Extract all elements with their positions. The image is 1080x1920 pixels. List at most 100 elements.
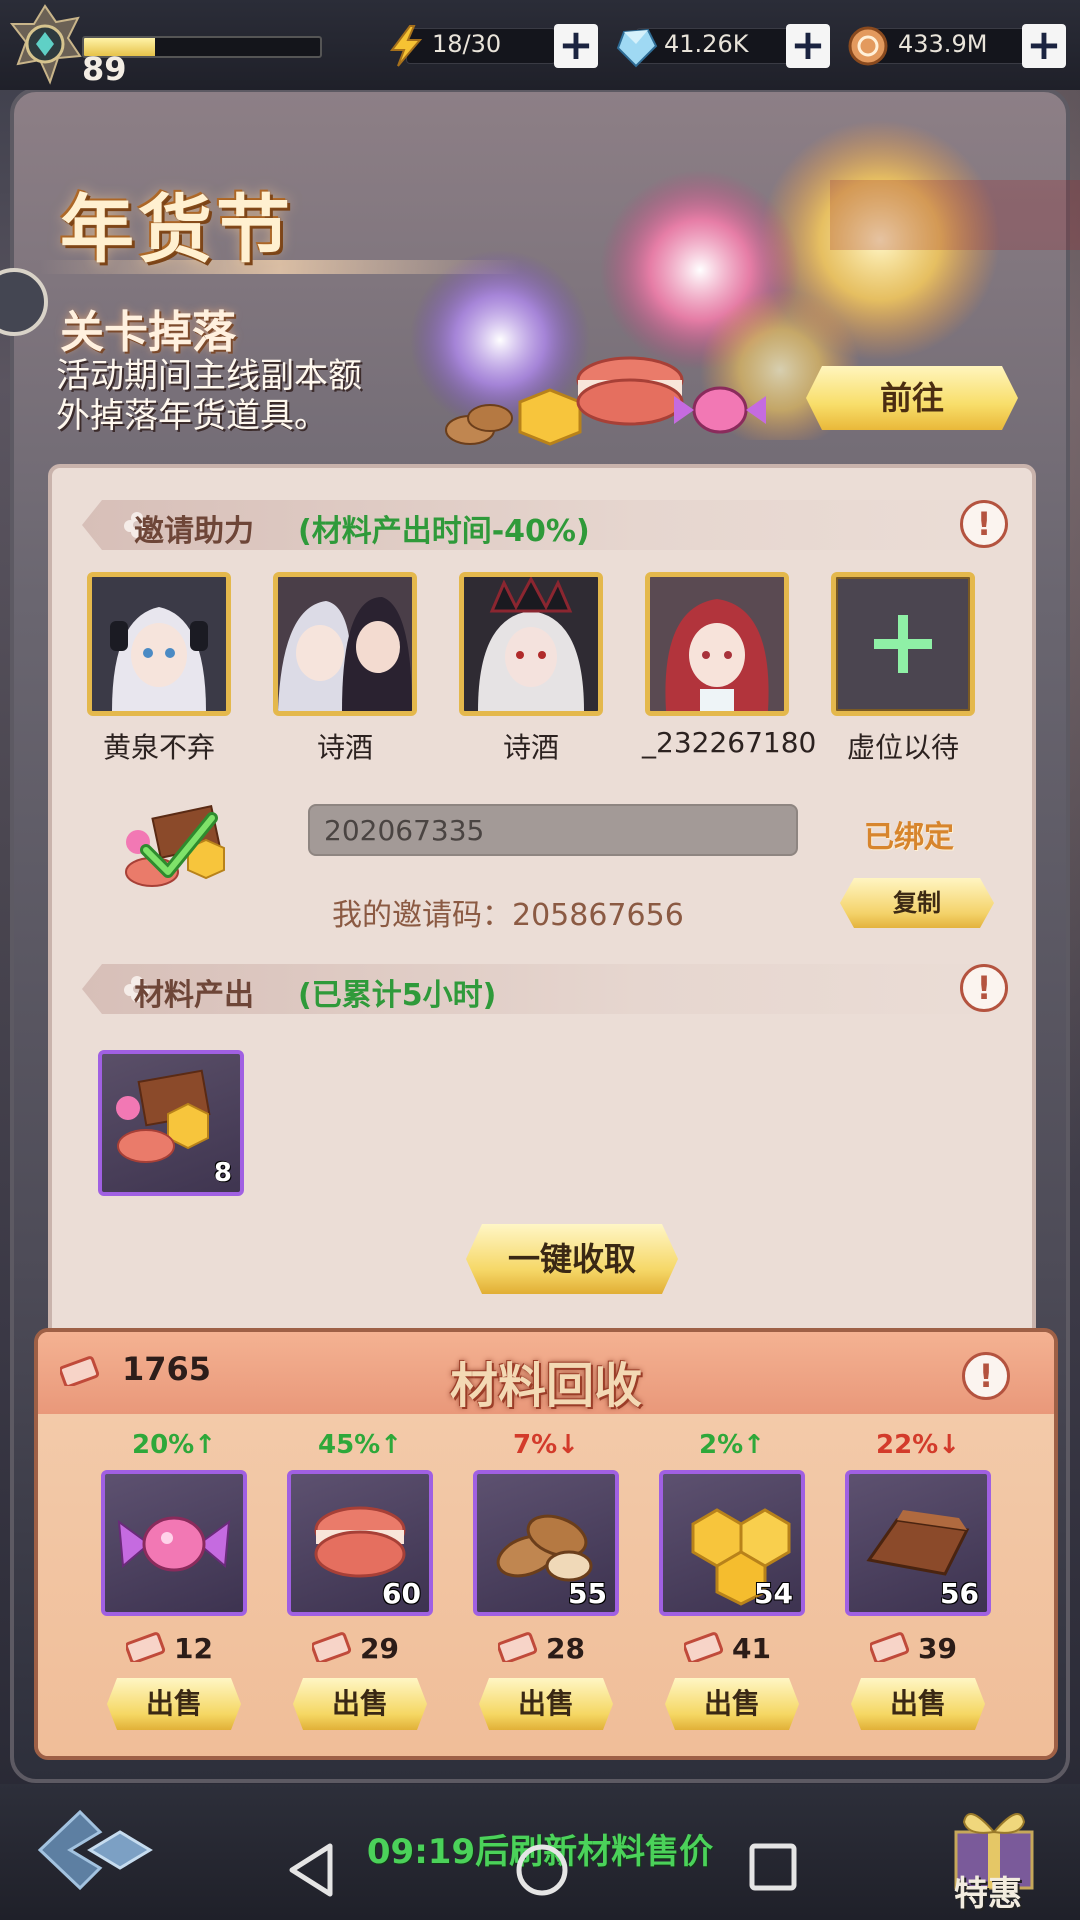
price-trend: 7%↓ [513,1430,579,1460]
my-invite-code: 我的邀请码：205867656 [332,898,684,933]
event-goods-decoration [445,356,766,446]
add-diamond-button[interactable]: + [786,24,830,68]
price-trend: 2%↑ [699,1430,765,1460]
produced-item-count: 8 [213,1158,232,1188]
ticket-icon [126,1632,166,1662]
event-banner: 年货节 关卡掉落 活动期间主线副本额外掉落年货道具。 前往 [0,100,1080,450]
recycle-panel: 1765 材料回收 ! 20%↑ 12 出售 45%↑ 60 29 出售 7%↓… [34,1328,1058,1760]
price-row: 41 [656,1628,808,1668]
helper-avatar [459,572,603,716]
top-bar: 89 18/30 + 41.26K + 433.9M + [0,0,1080,90]
add-energy-button[interactable]: + [554,24,598,68]
recycle-item: 2%↑ 54 41 出售 [656,1430,808,1730]
price-trend: 20%↑ [131,1430,217,1460]
home-nav-icon[interactable] [514,1842,570,1898]
special-offer-label[interactable]: 特惠 [954,1866,1022,1915]
goods-count: 55 [568,1577,607,1610]
gift-bundle-icon [125,805,225,887]
sell-button[interactable]: 出售 [293,1678,427,1730]
helper-slot[interactable]: 黄泉不弃 [84,572,234,766]
helper-slot[interactable]: 诗酒 [270,572,420,766]
helper-name: 黄泉不弃 [102,731,215,764]
helper-avatar [87,572,231,716]
goods-count: 56 [940,1577,979,1610]
recycle-item: 7%↓ 55 28 出售 [470,1430,622,1730]
event-description: 活动期间主线副本额外掉落年货道具。 [56,356,362,436]
price-value: 12 [174,1632,213,1665]
recycle-item: 22%↓ 56 39 出售 [842,1430,994,1730]
helper-avatar [273,572,417,716]
lightning-icon [390,25,423,67]
invite-info-button[interactable]: ! [960,500,1008,548]
goods-slot[interactable]: 54 [659,1470,805,1616]
goods-slot[interactable]: 60 [287,1470,433,1616]
sell-button[interactable]: 出售 [479,1678,613,1730]
energy-resource: 18/30 + [384,24,598,68]
sell-button[interactable]: 出售 [851,1678,985,1730]
empty-helper-slot[interactable]: 虚位以待 [828,572,978,766]
goods-count: 60 [382,1577,421,1610]
event-title: 年货节 [60,187,294,273]
player-level: 89 [82,50,127,88]
event-subtitle: 关卡掉落 [60,307,236,358]
helper-name: 诗酒 [502,731,559,764]
goods-count: 54 [754,1577,793,1610]
helper-slot[interactable]: 诗酒 [456,572,606,766]
diamond-icon [616,28,658,68]
recycle-item: 45%↑ 60 29 出售 [284,1430,436,1730]
invite-bonus: (材料产出时间-40%) [298,514,590,549]
production-title: 材料产出 [134,978,254,1013]
produced-item[interactable]: 8 [98,1050,244,1196]
invite-title: 邀请助力 [134,514,254,549]
invite-panel: 邀请助力 (材料产出时间-40%) ! 黄泉不弃 诗酒 诗酒 _23226718… [48,464,1036,1344]
price-value: 39 [918,1632,957,1665]
collect-all-button[interactable]: 一键收取 [466,1224,678,1294]
goto-button[interactable]: 前往 [806,366,1018,430]
copy-button[interactable]: 复制 [840,878,994,928]
avatar-badge-icon [9,4,82,85]
diamond-value: 41.26K [664,30,749,58]
price-trend: 22%↓ [875,1430,961,1460]
price-trend: 45%↑ [317,1430,403,1460]
goods-slot[interactable]: 56 [845,1470,991,1616]
sell-button[interactable]: 出售 [665,1678,799,1730]
helper-slot[interactable]: _232267180 [642,572,817,759]
price-row: 29 [284,1628,436,1668]
side-tab-button[interactable] [0,268,48,336]
add-helper-plus-icon [874,615,932,673]
coin-resource: 433.9M + [846,24,1066,68]
bound-status: 已绑定 [864,820,954,855]
coin-icon [848,26,888,66]
character-portrait-icon [464,577,598,711]
goods-slot[interactable]: 55 [473,1470,619,1616]
helper-name: 诗酒 [316,731,373,764]
price-row: 28 [470,1628,622,1668]
candy-icon [117,1516,231,1572]
coin-value: 433.9M [898,30,988,58]
goods-slot[interactable] [101,1470,247,1616]
player-avatar[interactable] [6,4,84,86]
production-info-button[interactable]: ! [960,964,1008,1012]
recycle-title: 材料回收 [449,1358,642,1414]
price-row: 39 [842,1628,994,1668]
production-accumulated: (已累计5小时) [298,978,497,1013]
price-value: 29 [360,1632,399,1665]
back-nav-icon[interactable] [286,1842,336,1898]
character-portrait-icon [92,577,226,711]
add-coin-button[interactable]: + [1022,24,1066,68]
sell-button[interactable]: 出售 [107,1678,241,1730]
energy-value: 18/30 [432,30,502,58]
ticket-icon [312,1632,352,1662]
recycle-info-button[interactable]: ! [962,1352,1010,1400]
helper-name: _232267180 [642,726,817,759]
ticket-icon [684,1632,724,1662]
character-portrait-icon [278,577,412,711]
price-value: 41 [732,1632,771,1665]
ticket-icon [498,1632,538,1662]
helper-avatar [645,572,789,716]
price-row: 12 [98,1628,250,1668]
diamond-resource: 41.26K + [614,24,830,68]
recents-nav-icon[interactable] [748,1842,798,1892]
bound-invite-code-field[interactable]: 202067335 [308,804,798,856]
recycle-item: 20%↑ 12 出售 [98,1430,250,1730]
